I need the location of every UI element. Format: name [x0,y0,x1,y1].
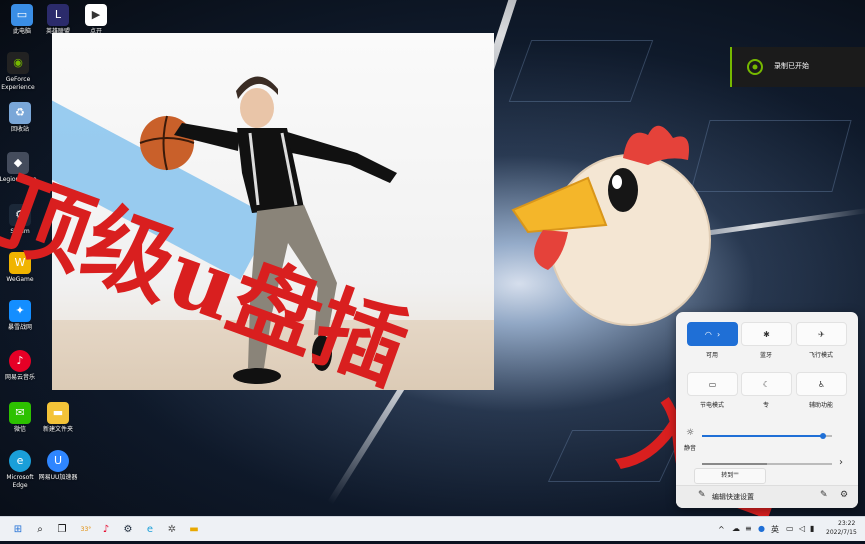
battlenet-icon: ✦ [9,300,31,322]
clock-time[interactable]: 23:22 [838,520,855,527]
cast-flyout[interactable]: 转到"" [694,468,766,484]
ime-lang-indicator[interactable]: 英 [771,524,779,535]
desktop-icon-battlenet[interactable]: ✦ 暴雪战网 [0,300,42,332]
accessibility-toggle[interactable]: ♿ [796,372,847,396]
search-icon[interactable]: ⌕ [32,521,48,537]
wifi-icon: ◠ [704,329,712,339]
focus-toggle[interactable]: ☾ [741,372,792,396]
wifi-toggle[interactable]: ◠ › [687,322,738,346]
computer-icon: ▭ [11,4,33,26]
desktop-icon-geforce[interactable]: ◉ GeForce Experience [0,52,40,92]
desktop-icon-netease-music[interactable]: ♪ 网易云音乐 [0,350,42,382]
chicken-eye [608,168,638,212]
wifi-label: 可用 [705,352,718,359]
desktop-icon-recycle-bin[interactable]: ♻ 回收站 [0,102,42,134]
bluetooth-label: 蓝牙 [759,352,772,359]
network-icon[interactable]: ≡ [745,524,752,533]
accessibility-icon: ♿ [817,379,826,389]
folder-icon: ▬ [47,402,69,424]
netease-music-icon[interactable]: ♪ [98,521,114,537]
wallpaper-panel [508,40,654,102]
weather-widget[interactable]: 33° [76,521,96,537]
chevron-right-icon[interactable]: › [717,330,720,339]
volume-label: 静音 [684,445,697,452]
brightness-icon: ☼ [686,428,695,438]
chicken-beak [511,176,608,234]
edge-icon[interactable]: e [142,521,158,537]
airplane-icon: ✈ [818,329,825,339]
wechat-icon: ✉ [9,402,31,424]
volume-slider[interactable] [702,463,832,465]
battery-icon[interactable]: ▮ [810,524,814,533]
bluetooth-toggle[interactable]: ✱ [741,322,792,346]
dancer-head [240,88,274,128]
airplane-label: 飞行模式 [808,352,833,359]
desktop-icon-uu[interactable]: U 网易UU加速器 [36,450,80,482]
taskbar: ⊞ ⌕ ❐ 33° ♪ ⚙ e ✲ ▬ ^ ☁ ≡ ● 英 ▭ ◁ ▮ 23:2… [0,516,865,541]
notification-text: 录制已开始 [774,62,809,70]
brightness-slider[interactable] [702,433,832,439]
settings-gear-icon[interactable]: ✲ [164,521,180,537]
steam-icon[interactable]: ⚙ [120,521,136,537]
airplane-mode-toggle[interactable]: ✈ [796,322,847,346]
edit-pencil-icon[interactable]: ✎ [820,490,828,500]
record-icon [747,59,763,75]
brightness-fill [702,435,823,437]
focus-icon: ☾ [762,379,771,389]
edge-icon: e [9,450,31,472]
recording-notification[interactable]: 录制已开始 [730,47,865,87]
mic-icon[interactable]: ● [758,524,765,533]
brightness-knob[interactable] [819,433,826,439]
cloud-icon[interactable]: ☁ [732,524,740,533]
display-icon[interactable]: ▭ [786,524,794,533]
battery-saver-icon: ▭ [708,379,717,389]
video-file-icon: ▶ [85,4,107,26]
desktop-icon-video[interactable]: ▶ 点开 [74,4,118,36]
battery-saver-toggle[interactable]: ▭ [687,372,738,396]
recycle-bin-icon: ♻ [9,102,31,124]
volume-fill [702,463,767,465]
volume-icon[interactable]: ◁ [799,524,805,533]
task-view-icon[interactable]: ❐ [54,521,70,537]
quick-settings-panel: ◠ › ✱ ✈ 可用 蓝牙 飞行模式 ▭ ☾ ♿ 节电模式 专 辅助功能 ☼ 静… [676,312,858,508]
chevron-up-icon[interactable]: ^ [718,525,725,534]
accessibility-label: 辅助功能 [808,402,833,409]
bluetooth-icon: ✱ [763,329,770,339]
chicken-sticker [511,125,711,326]
lol-icon: L [47,4,69,26]
gear-icon[interactable]: ⚙ [840,490,848,500]
windows-start-icon[interactable]: ⊞ [10,521,26,537]
netease-music-icon: ♪ [9,350,31,372]
clock-date[interactable]: 2022/7/15 [826,529,857,536]
chevron-right-icon[interactable]: › [839,457,843,468]
chicken-comb [623,125,689,165]
edit-pencil-icon[interactable]: ✎ [698,490,706,500]
battery-saver-label: 节电模式 [699,402,724,409]
focus-label: 专 [762,402,769,409]
nvidia-icon: ◉ [7,52,29,74]
desktop-icon-new-folder[interactable]: ▬ 新建文件夹 [36,402,80,434]
uu-accelerator-icon: U [47,450,69,472]
edit-quick-settings-label[interactable]: 编辑快速设置 [712,492,754,502]
quick-settings-footer: ✎ 编辑快速设置 ✎ ⚙ [676,485,858,508]
file-explorer-icon[interactable]: ▬ [186,521,202,537]
